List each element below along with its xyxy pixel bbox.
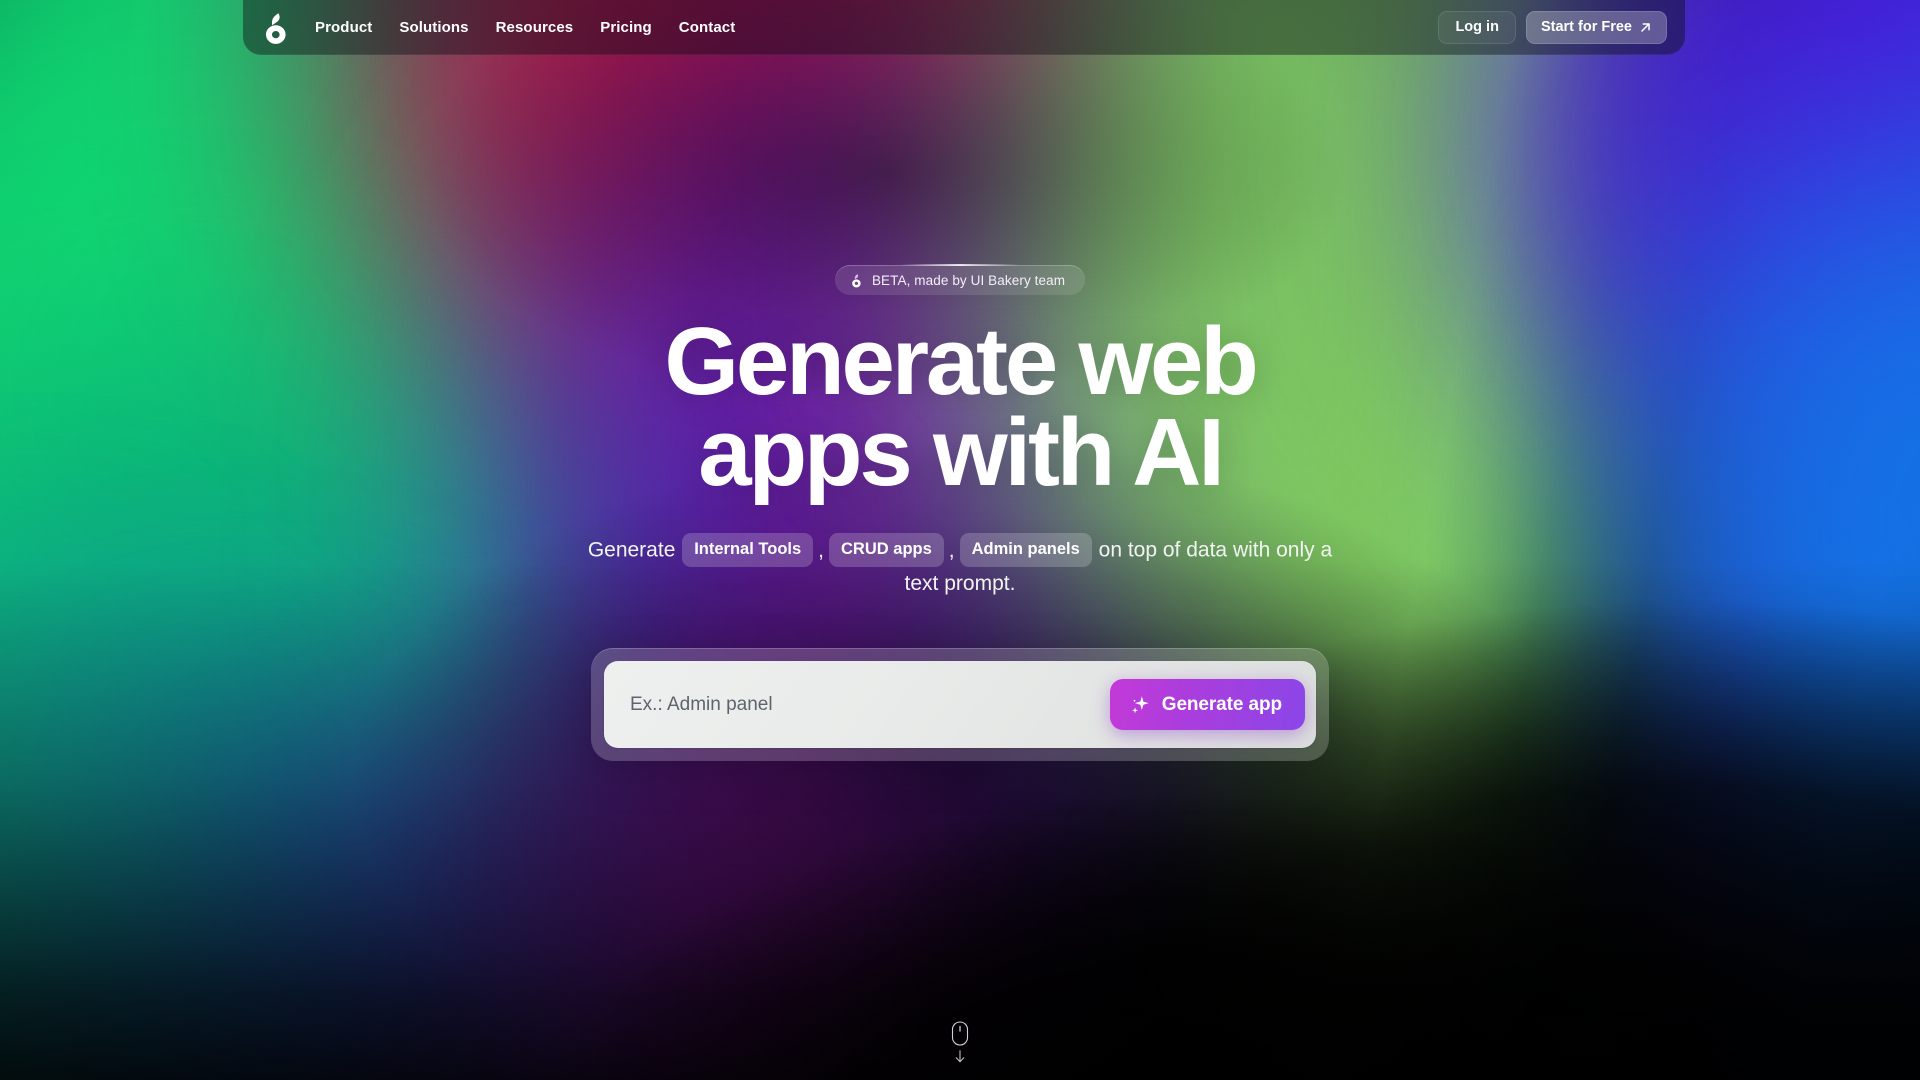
navbar-actions: Log in Start for Free: [1438, 10, 1667, 45]
sparkle-icon: [1131, 696, 1149, 714]
subline-suffix: on top of data: [1098, 538, 1228, 562]
arrow-down-icon: [955, 1050, 965, 1063]
main-navbar: Product Solutions Resources Pricing Cont…: [243, 0, 1685, 55]
prompt-input[interactable]: [630, 661, 1110, 749]
headline-line-2: apps with AI: [698, 399, 1225, 507]
start-for-free-button[interactable]: Start for Free: [1525, 10, 1667, 45]
subline-comma-1: ,: [818, 538, 825, 562]
tag-admin-panels[interactable]: Admin panels: [959, 533, 1092, 567]
prompt-box-container: Generate app: [591, 648, 1329, 762]
nav-link-product[interactable]: Product: [313, 16, 374, 39]
ui-bakery-logo-icon: [852, 273, 861, 287]
tag-crud-apps[interactable]: CRUD apps: [829, 533, 944, 567]
beta-badge-label: BETA, made by UI Bakery team: [871, 272, 1066, 288]
nav-links: Product Solutions Resources Pricing Cont…: [313, 16, 737, 39]
subline-comma-2: ,: [948, 538, 955, 562]
hero-subtitle: Generate Internal Tools, CRUD apps, Admin …: [580, 533, 1340, 600]
hero-section: BETA, made by UI Bakery team Generate we…: [0, 0, 1920, 1080]
page-title: Generate web apps with AI: [410, 314, 1510, 507]
page-root: Product Solutions Resources Pricing Cont…: [0, 0, 1920, 1080]
nav-link-contact[interactable]: Contact: [677, 16, 738, 39]
login-button[interactable]: Log in: [1438, 10, 1516, 45]
nav-link-solutions[interactable]: Solutions: [397, 16, 470, 39]
mouse-scroll-icon: [951, 1021, 969, 1046]
start-for-free-label: Start for Free: [1540, 18, 1632, 35]
prompt-box: Generate app: [604, 661, 1316, 749]
arrow-up-right-icon: [1641, 23, 1650, 32]
subline-prefix: Generate: [587, 538, 676, 562]
nav-link-pricing[interactable]: Pricing: [598, 16, 654, 39]
scroll-down-hint[interactable]: [951, 1021, 969, 1063]
generate-app-label: Generate app: [1161, 693, 1282, 715]
tag-internal-tools[interactable]: Internal Tools: [682, 533, 814, 567]
beta-badge[interactable]: BETA, made by UI Bakery team: [834, 264, 1086, 295]
generate-app-button[interactable]: Generate app: [1109, 679, 1305, 731]
nav-link-resources[interactable]: Resources: [494, 16, 576, 39]
ui-bakery-logo-icon[interactable]: [261, 12, 291, 44]
